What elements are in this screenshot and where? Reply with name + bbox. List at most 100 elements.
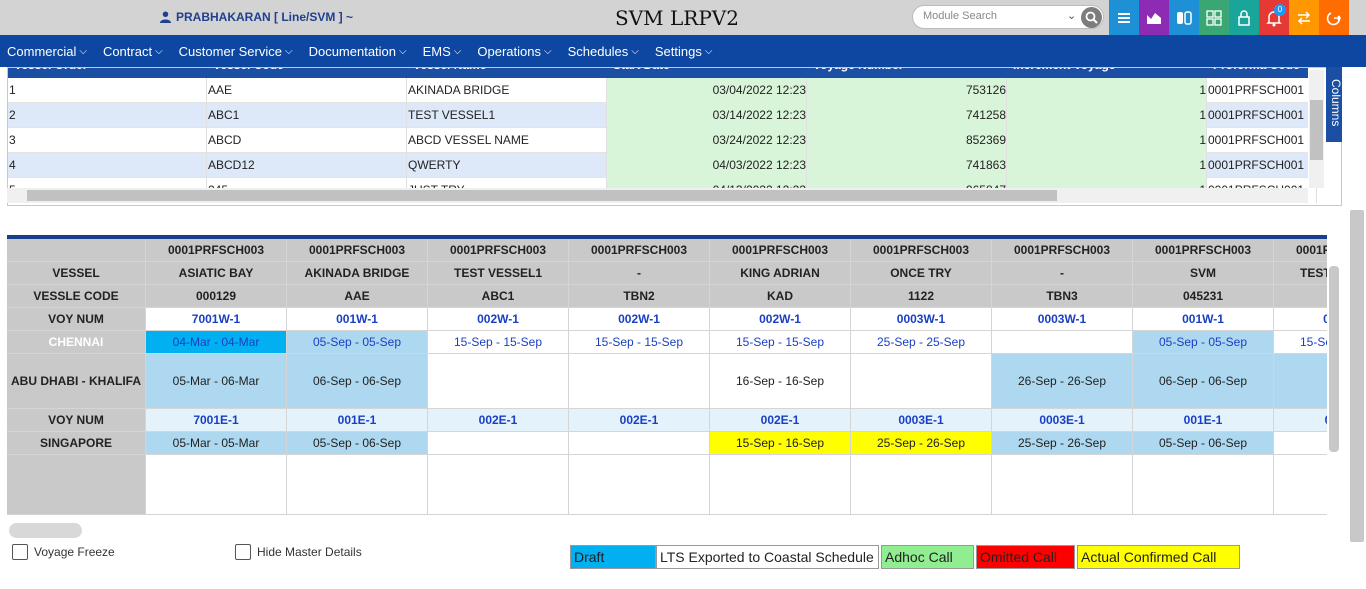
chennai-cell[interactable]: 05-Sep - 05-Sep <box>287 331 428 354</box>
chevron-down-icon[interactable]: ⌄ <box>1067 9 1076 22</box>
voy-num-cell[interactable]: 0003E-1 <box>992 409 1133 432</box>
voy-num-cell[interactable]: 001E-1 <box>287 409 428 432</box>
empty-cell <box>428 455 569 515</box>
scroll-thumb[interactable] <box>1310 100 1323 160</box>
table-row[interactable]: 3 ABCD ABCD VESSEL NAME 03/24/2022 12:23 852… <box>8 128 1317 153</box>
nav-contract[interactable]: Contract ⌵ <box>103 44 163 59</box>
nav-settings[interactable]: Settings ⌵ <box>655 44 713 59</box>
transfer-icon[interactable] <box>1289 0 1319 35</box>
module-search[interactable]: ⌄ <box>912 5 1104 29</box>
column-header[interactable]: Vessel Code <box>213 68 284 74</box>
menu-icon[interactable] <box>1109 0 1139 35</box>
singapore-cell[interactable]: 15-Sep - 16-Sep <box>710 432 851 455</box>
voy-num-cell[interactable]: 001E-1 <box>1133 409 1274 432</box>
chennai-cell[interactable]: 15-Sep - 15-Sep <box>428 331 569 354</box>
singapore-cell[interactable]: 25-Sep - 26-Sep <box>851 432 992 455</box>
filter-icon[interactable] <box>1193 67 1202 68</box>
chennai-cell[interactable]: 05-Sep - 05-Sep <box>1133 331 1274 354</box>
column-header[interactable]: Start Date <box>613 68 670 74</box>
chennai-cell[interactable]: 04-Mar - 04-Mar <box>146 331 287 354</box>
singapore-cell[interactable]: 05-Mar - 05-Mar <box>146 432 287 455</box>
voyage-freeze-checkbox[interactable]: Voyage Freeze <box>12 544 115 560</box>
module-search-input[interactable] <box>923 10 1063 22</box>
chennai-cell[interactable] <box>992 331 1133 354</box>
filter-icon[interactable] <box>793 67 802 68</box>
voy-num-cell[interactable]: 002W-1 <box>710 308 851 331</box>
abu-dhabi-cell[interactable] <box>428 354 569 409</box>
table-row[interactable]: 2 ABC1 TEST VESSEL1 03/14/2022 12:23 741258 1… <box>8 103 1317 128</box>
user-menu[interactable]: PRABHAKARAN [ Line/SVM ] ~ <box>160 10 353 24</box>
voy-num-cell[interactable]: 002W-1 <box>428 308 569 331</box>
abu-dhabi-cell[interactable]: 06-Sep - 06-Sep <box>1133 354 1274 409</box>
chennai-cell[interactable]: 15-Sep - 15-Sep <box>569 331 710 354</box>
columns-panel-toggle[interactable]: Columns <box>1326 67 1343 142</box>
vessel-grid-vertical-scrollbar[interactable] <box>1309 70 1324 188</box>
filter-icon[interactable] <box>1303 67 1312 68</box>
filter-icon[interactable] <box>593 67 602 68</box>
nav-ems[interactable]: EMS ⌵ <box>423 44 462 59</box>
voy-num-cell[interactable]: 002E-1 <box>569 409 710 432</box>
column-header[interactable]: Voyage Number <box>813 68 903 74</box>
search-icon[interactable] <box>1081 7 1102 28</box>
voy-num-cell[interactable]: 0003W-1 <box>992 308 1133 331</box>
checkbox[interactable] <box>12 544 28 560</box>
analytics-icon[interactable] <box>1139 0 1169 35</box>
abu-dhabi-cell[interactable]: 06-Sep - 06-Sep <box>287 354 428 409</box>
legend-omitted-call: Omitted Call <box>976 545 1075 569</box>
voy-num-cell[interactable]: 7001E-1 <box>146 409 287 432</box>
abu-dhabi-cell[interactable]: 26-Sep - 26-Sep <box>992 354 1133 409</box>
voy-num-cell[interactable]: 002E-1 <box>710 409 851 432</box>
singapore-cell[interactable]: 05-Sep - 06-Sep <box>1133 432 1274 455</box>
singapore-cell[interactable]: 05-Sep - 06-Sep <box>287 432 428 455</box>
voy-num-cell[interactable]: 002E-1 <box>1274 409 1327 432</box>
column-header[interactable]: Increment Voyage <box>1013 68 1115 74</box>
singapore-cell[interactable] <box>569 432 710 455</box>
nav-customer-service[interactable]: Customer Service ⌵ <box>179 44 293 59</box>
voy-num-cell[interactable]: 0003W-1 <box>851 308 992 331</box>
column-header[interactable]: Vessel Name <box>413 68 486 74</box>
voy-num-cell[interactable]: 002W-1 <box>1274 308 1327 331</box>
voy-num-cell[interactable]: 002W-1 <box>569 308 710 331</box>
voy-num-cell[interactable]: 7001W-1 <box>146 308 287 331</box>
nav-schedules[interactable]: Schedules ⌵ <box>568 44 639 59</box>
singapore-cell[interactable] <box>1274 432 1327 455</box>
abu-dhabi-cell[interactable] <box>1274 354 1327 409</box>
chennai-cell[interactable]: 25-Sep - 25-Sep <box>851 331 992 354</box>
nav-documentation[interactable]: Documentation ⌵ <box>309 44 407 59</box>
scroll-thumb[interactable] <box>1329 266 1339 452</box>
vessel-code-cell <box>1274 285 1327 308</box>
checkbox[interactable] <box>235 544 251 560</box>
vessel-grid-horizontal-scrollbar[interactable] <box>7 188 1308 203</box>
power-icon[interactable] <box>1319 0 1349 35</box>
abu-dhabi-cell[interactable]: 16-Sep - 16-Sep <box>710 354 851 409</box>
page-scrollbar[interactable] <box>1350 210 1364 542</box>
chennai-cell[interactable]: 15-Sep - 15-Sep <box>710 331 851 354</box>
lock-icon[interactable] <box>1229 0 1259 35</box>
abu-dhabi-cell[interactable]: 05-Mar - 06-Mar <box>146 354 287 409</box>
filter-icon[interactable] <box>393 67 402 68</box>
voy-num-cell[interactable]: 002E-1 <box>428 409 569 432</box>
voy-num-cell[interactable]: 001W-1 <box>1133 308 1274 331</box>
filter-icon[interactable] <box>193 67 202 68</box>
voy-num-cell[interactable]: 001W-1 <box>287 308 428 331</box>
table-row[interactable]: 1 AAE AKINADA BRIDGE 03/04/2022 12:23 753126… <box>8 78 1317 103</box>
singapore-cell[interactable] <box>428 432 569 455</box>
filter-icon[interactable] <box>993 67 1002 68</box>
abu-dhabi-cell[interactable] <box>569 354 710 409</box>
hide-master-details-checkbox[interactable]: Hide Master Details <box>235 544 362 560</box>
schedule-grid-vertical-scrollbar[interactable] <box>1327 266 1341 452</box>
nav-commercial[interactable]: Commercial ⌵ <box>7 44 87 59</box>
scroll-thumb[interactable] <box>27 190 1057 201</box>
nav-operations[interactable]: Operations ⌵ <box>477 44 551 59</box>
voy-num-cell[interactable]: 0003E-1 <box>851 409 992 432</box>
chennai-cell[interactable]: 15-Sep - 15-Sep <box>1274 331 1327 354</box>
column-header[interactable]: Vessel Order <box>14 68 87 74</box>
schedule-grid-horizontal-scrollbar[interactable] <box>9 523 82 538</box>
column-header[interactable]: Proforma Code <box>1213 68 1300 74</box>
grid-icon[interactable] <box>1199 0 1229 35</box>
abu-dhabi-cell[interactable] <box>851 354 992 409</box>
table-row[interactable]: 4 ABCD12 QWERTY 04/03/2022 12:23 741863 1 0001… <box>8 153 1317 178</box>
bell-icon[interactable]: 0 <box>1259 0 1289 35</box>
switch-icon[interactable] <box>1169 0 1199 35</box>
singapore-cell[interactable]: 25-Sep - 26-Sep <box>992 432 1133 455</box>
